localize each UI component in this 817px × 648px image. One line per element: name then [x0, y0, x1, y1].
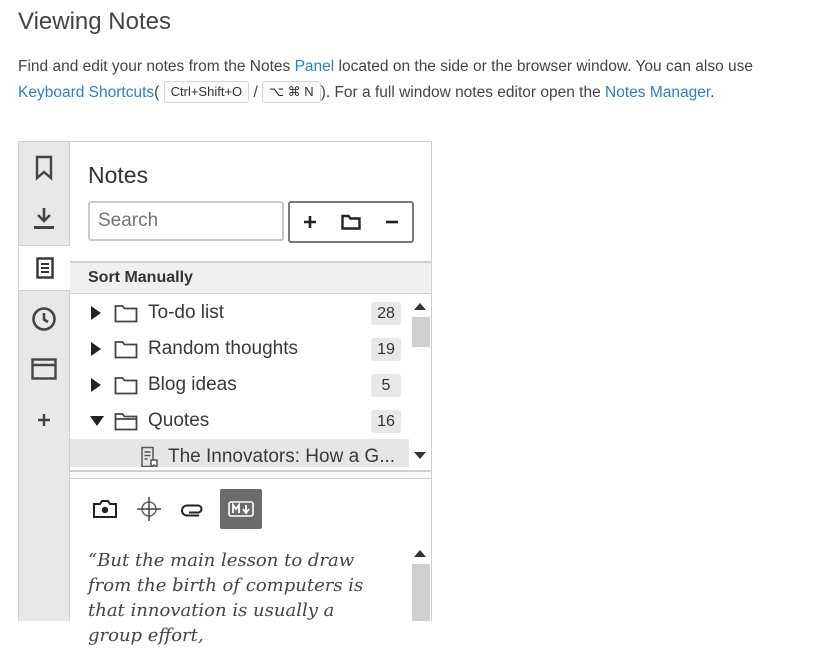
keyboard-shortcuts-link[interactable]: Keyboard Shortcuts	[18, 84, 154, 101]
notes-icon	[35, 257, 54, 279]
browser-panel-screenshot: Notes Sort Manually To-do list 28	[18, 141, 432, 646]
sort-dropdown[interactable]: Sort Manually	[70, 261, 431, 294]
intro-text-1: Find and edit your notes from the Notes	[18, 58, 291, 75]
caret-right-icon[interactable]	[90, 342, 104, 356]
open-paren: (	[154, 84, 160, 101]
kbd-mac-shortcut: ⌥ ⌘ N	[262, 81, 321, 103]
tree-folder-row[interactable]: Blog ideas 5	[70, 367, 409, 403]
download-icon	[34, 208, 54, 229]
notes-panel: Notes Sort Manually To-do list 28	[70, 142, 431, 646]
notes-action-buttons	[288, 201, 414, 243]
intro-text-4: .	[710, 84, 715, 101]
editor-scroll-thumb[interactable]	[412, 564, 430, 621]
bookmark-icon	[35, 155, 53, 181]
caret-right-icon[interactable]	[90, 378, 104, 392]
tree-folder-row[interactable]: To-do list 28	[70, 295, 409, 331]
history-icon	[32, 307, 56, 331]
add-panel-button[interactable]	[19, 398, 69, 442]
window-icon	[31, 358, 57, 380]
folder-label: Blog ideas	[148, 374, 237, 395]
folder-icon	[114, 375, 138, 395]
pane-divider[interactable]	[70, 470, 431, 479]
add-folder-button[interactable]	[332, 203, 370, 241]
crosshair-icon	[137, 497, 161, 521]
caret-down-icon[interactable]	[90, 415, 104, 427]
scroll-up-icon[interactable]	[413, 548, 427, 558]
notes-manager-link[interactable]: Notes Manager	[605, 84, 710, 101]
paperclip-icon	[181, 504, 203, 517]
downloads-button[interactable]	[19, 196, 69, 240]
minus-icon	[385, 220, 398, 224]
camera-icon	[93, 500, 117, 518]
editor-scrollbar[interactable]	[409, 542, 431, 621]
folder-count-badge: 5	[371, 374, 401, 397]
page-title: Viewing Notes	[18, 8, 171, 35]
caret-right-icon[interactable]	[90, 306, 104, 320]
editor-toolbar	[88, 488, 262, 530]
attach-button[interactable]	[176, 492, 210, 526]
slash-separator: /	[253, 84, 258, 101]
notes-panel-title: Notes	[88, 162, 149, 188]
scroll-up-icon[interactable]	[413, 301, 427, 311]
panel-link[interactable]: Panel	[295, 58, 335, 75]
bookmarks-button[interactable]	[19, 146, 69, 190]
folder-label: Quotes	[148, 410, 210, 431]
intro-paragraph: Find and edit your notes from the Notes …	[18, 54, 798, 106]
tree-scrollbar[interactable]	[409, 299, 431, 467]
tree-scroll-thumb[interactable]	[412, 317, 430, 347]
intro-text-2: located on the side or the browser windo…	[338, 58, 754, 75]
tree-folder-row[interactable]: Random thoughts 19	[70, 331, 409, 367]
note-icon	[140, 446, 158, 467]
capture-area-button[interactable]	[132, 492, 166, 526]
folder-icon	[114, 303, 138, 323]
notes-search-input[interactable]	[88, 201, 284, 241]
notes-panel-button[interactable]	[19, 245, 70, 291]
folder-icon	[114, 339, 138, 359]
note-editor-text[interactable]: “But the main lesson to draw from the bi…	[88, 548, 388, 648]
notes-tree: To-do list 28 Random thoughts 19 Blog id…	[70, 295, 409, 467]
scroll-down-icon[interactable]	[413, 451, 427, 461]
history-button[interactable]	[19, 297, 69, 341]
add-note-button[interactable]	[291, 203, 329, 241]
folder-count-badge: 19	[371, 338, 401, 361]
panel-sidebar	[19, 142, 70, 621]
folder-icon	[341, 214, 361, 230]
tree-folder-row[interactable]: Quotes 16	[70, 403, 409, 439]
kbd-windows-shortcut: Ctrl+Shift+O	[163, 81, 250, 103]
markdown-icon	[228, 501, 254, 517]
delete-note-button[interactable]	[373, 203, 411, 241]
window-button[interactable]	[19, 347, 69, 391]
intro-text-3: ). For a full window notes editor open t…	[320, 84, 601, 101]
tree-note-row-selected[interactable]: The Innovators: How a G...	[70, 439, 409, 467]
note-label: The Innovators: How a G...	[168, 446, 396, 467]
folder-count-badge: 28	[371, 302, 401, 325]
folder-label: To-do list	[148, 302, 225, 323]
folder-open-icon	[114, 411, 138, 431]
add-icon	[38, 414, 50, 426]
screenshot-button[interactable]	[88, 492, 122, 526]
folder-label: Random thoughts	[148, 338, 298, 359]
markdown-toggle-button[interactable]	[220, 489, 262, 529]
folder-count-badge: 16	[371, 410, 401, 433]
plus-icon	[304, 216, 317, 228]
